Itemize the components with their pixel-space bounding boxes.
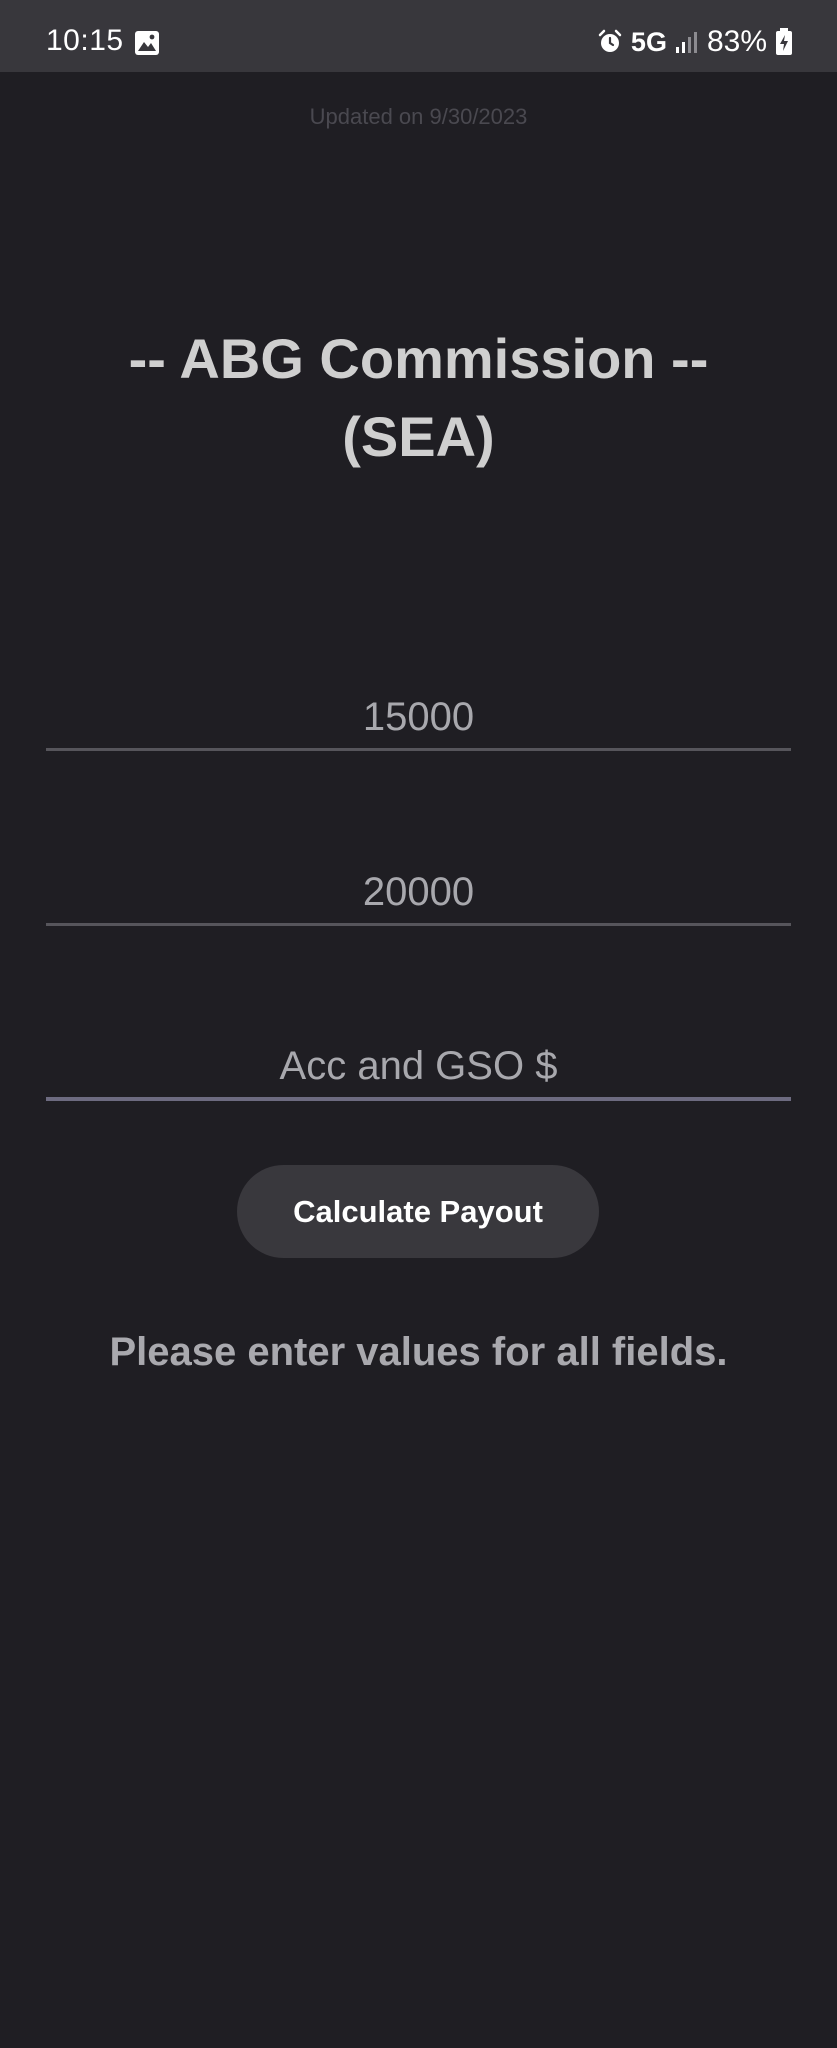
image-notification-icon	[134, 30, 160, 56]
status-indicators: 5G 83%	[597, 24, 793, 60]
title-line-2: (SEA)	[342, 405, 495, 468]
calculate-payout-button[interactable]: Calculate Payout	[237, 1165, 599, 1258]
battery-level: 83%	[706, 25, 767, 58]
second-amount-field[interactable]: 20000	[46, 853, 791, 926]
status-bar: 10:15 5G 83%	[0, 0, 837, 72]
alarm-icon	[597, 29, 623, 55]
page-title: -- ABG Commission -- (SEA)	[0, 320, 837, 476]
title-line-1: -- ABG Commission --	[128, 327, 709, 390]
first-amount-field[interactable]: 15000	[46, 678, 791, 751]
first-amount-value: 15000	[362, 695, 475, 739]
second-amount-value: 20000	[362, 870, 475, 914]
status-time: 10:15	[46, 24, 124, 57]
network-type: 5G	[630, 26, 667, 57]
acc-gso-field[interactable]: Acc and GSO $	[46, 1027, 791, 1101]
battery-charging-icon	[775, 28, 793, 56]
validation-message: Please enter values for all fields.	[109, 1330, 728, 1374]
acc-gso-placeholder: Acc and GSO $	[279, 1044, 558, 1088]
signal-icon	[675, 30, 699, 54]
updated-date-text: Updated on 9/30/2023	[309, 104, 528, 129]
